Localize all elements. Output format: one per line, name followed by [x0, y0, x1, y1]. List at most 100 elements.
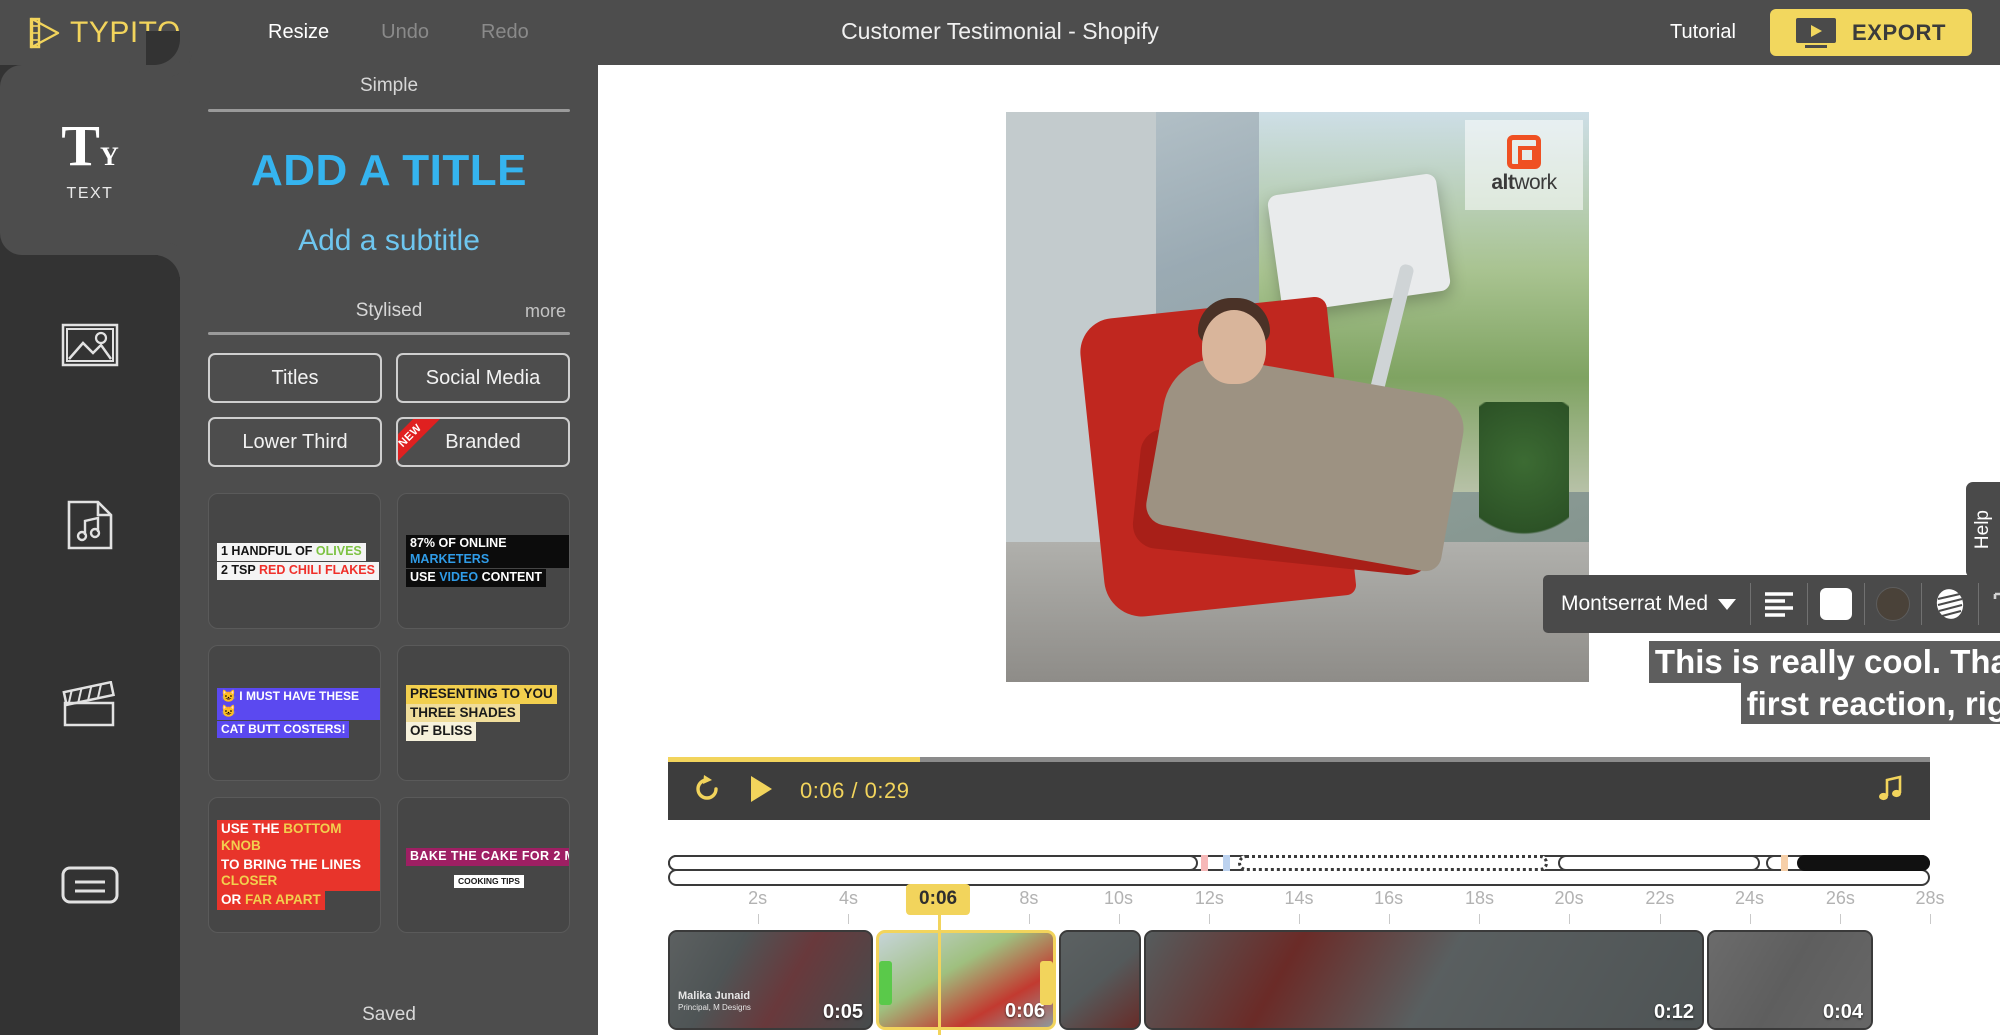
category-social-media[interactable]: Social Media	[396, 353, 570, 403]
app-logo[interactable]: TYPITO	[0, 16, 240, 50]
clip-trim-handle-end[interactable]	[1040, 961, 1053, 1005]
text-align-button[interactable]	[1751, 575, 1807, 633]
template-line: CAT BUTT COSTERS!	[217, 720, 380, 738]
text-track-marker	[1223, 855, 1231, 871]
timeline-clip[interactable]: Malika Junaid Principal, M Designs 0:05	[668, 930, 873, 1030]
player-progress-bar[interactable]	[668, 757, 1930, 762]
video-canvas[interactable]: altwork	[1006, 112, 1589, 682]
caption-text-box[interactable]: This is really cool. That was the first …	[1604, 640, 2000, 725]
font-family-dropdown[interactable]: Montserrat Med	[1543, 592, 1750, 616]
project-title[interactable]: Customer Testimonial - Shopify	[841, 18, 1159, 45]
category-titles-label: Titles	[271, 366, 319, 389]
text-track-segment[interactable]	[1557, 855, 1760, 871]
template-text-run: OR	[221, 892, 246, 908]
tutorial-link[interactable]: Tutorial	[1670, 21, 1736, 44]
template-line-text: TO BRING THE LINES CLOSER	[217, 855, 380, 892]
timeline-clip[interactable]: 0:12	[1144, 930, 1704, 1030]
music-button[interactable]	[1876, 774, 1904, 809]
text-track-segment[interactable]	[1238, 855, 1548, 871]
ruler-tick	[1749, 914, 1751, 924]
template-line-text: OR FAR APART	[217, 891, 325, 911]
cat-coasters-template: 😺 I MUST HAVE THESE 😺 CAT BUTT COSTERS!	[209, 688, 380, 738]
sidebar-item-text[interactable]: TY TEXT	[0, 31, 180, 289]
text-track-segment[interactable]	[1797, 855, 1930, 871]
add-subtitle-preset[interactable]: Add a subtitle	[180, 224, 598, 258]
top-menu: Resize Undo Redo	[268, 21, 529, 44]
playhead-time-badge[interactable]: 0:06	[906, 884, 971, 915]
ruler-tick	[1569, 914, 1571, 924]
playhead-line[interactable]	[938, 914, 942, 1035]
font-family-value: Montserrat Med	[1561, 592, 1709, 615]
text-track-segment[interactable]	[668, 855, 1199, 871]
template-line-text: USE VIDEO CONTENT	[406, 569, 546, 587]
sidebar-item-video[interactable]	[0, 615, 180, 795]
template-text-run: PRESENTING TO YOU	[410, 685, 553, 701]
undo-button[interactable]: Undo	[381, 21, 429, 44]
text-style-button[interactable]	[1979, 575, 2000, 633]
template-card[interactable]: PRESENTING TO YOU THREE SHADES OF BLISS	[397, 645, 570, 781]
timeline-clip[interactable]: 0:04	[1707, 930, 1873, 1030]
watermark-text-2: work	[1514, 171, 1557, 194]
stylised-heading: Stylised	[355, 300, 423, 321]
ruler-label: 12s	[1194, 888, 1224, 908]
template-line: THREE SHADES	[406, 703, 569, 723]
timeline-clip[interactable]	[1059, 930, 1141, 1030]
export-button[interactable]: EXPORT	[1769, 9, 1972, 56]
clip-duration-label: 0:06	[1004, 1000, 1045, 1022]
recipe-template: 1 HANDFUL OF OLIVES 2 TSP RED CHILI FLAKE…	[209, 542, 380, 580]
text-track-row-bottom[interactable]	[668, 869, 1930, 886]
texture-button[interactable]	[1922, 575, 1978, 633]
template-line-text: 2 TSP RED CHILI FLAKES	[217, 562, 379, 580]
template-line: OF BLISS	[406, 722, 569, 742]
sidebar-item-audio[interactable]	[0, 435, 180, 615]
template-card[interactable]: 😺 I MUST HAVE THESE 😺 CAT BUTT COSTERS!	[208, 645, 381, 781]
timeline: 2s 4s 8s 10s 12s 14s 16s 18s 20s 22s 24s 26s 28s 0:06…	[598, 830, 2000, 1035]
ruler-tick	[1659, 914, 1661, 924]
clip-duration-label: 0:12	[1653, 1001, 1694, 1023]
cooking-tips-template: BAKE THE CAKE FOR 2 MINS COOKING TIPS	[398, 841, 569, 889]
text-panel: Simple ADD A TITLE Add a subtitle Stylis…	[180, 65, 598, 1035]
stylised-more-link[interactable]: more	[525, 301, 566, 322]
text-color-button[interactable]	[1808, 575, 1864, 633]
caption-line-2: first reaction, right?	[1740, 682, 2000, 725]
clip-name-overlay: Malika Junaid Principal, M Designs	[678, 990, 751, 1012]
template-line-text: THREE SHADES	[406, 703, 520, 723]
ruler-tick	[1930, 914, 1931, 924]
resize-button[interactable]: Resize	[268, 21, 329, 44]
export-button-label: EXPORT	[1851, 19, 1946, 45]
text-track[interactable]	[668, 855, 1930, 886]
play-icon	[751, 775, 772, 802]
template-text-run: OLIVES	[315, 544, 362, 559]
template-text-run: THREE SHADES	[410, 704, 516, 720]
top-bar-right: Tutorial EXPORT	[1670, 0, 1972, 65]
template-line: 1 HANDFUL OF OLIVES	[217, 542, 380, 561]
template-text-run: BAKE THE CAKE FOR 2 MINS	[410, 849, 569, 864]
caption-line-1: This is really cool. That was the	[1648, 640, 2000, 683]
template-card[interactable]: USE THE BOTTOM KNOB TO BRING THE LINES CL…	[208, 797, 381, 933]
category-branded[interactable]: NEW Branded	[396, 417, 570, 467]
timeline-ruler[interactable]: 2s 4s 8s 10s 12s 14s 16s 18s 20s 22s 24s 26s 28s 0:06	[668, 884, 1945, 1035]
category-titles[interactable]: Titles	[208, 353, 382, 403]
template-card[interactable]: BAKE THE CAKE FOR 2 MINS COOKING TIPS	[397, 797, 570, 933]
saved-status: Saved	[180, 995, 598, 1035]
template-card[interactable]: 87% OF ONLINE MARKETERS USE VIDEO CONTENT	[397, 493, 570, 629]
clip-duration-label: 0:05	[822, 1001, 863, 1023]
add-title-preset[interactable]: ADD A TITLE	[180, 146, 598, 196]
background-color-button[interactable]	[1865, 575, 1921, 633]
restart-button[interactable]	[692, 774, 722, 809]
template-card[interactable]: 1 HANDFUL OF OLIVES 2 TSP RED CHILI FLAKE…	[208, 493, 381, 629]
help-tab[interactable]: Help	[1966, 482, 2000, 578]
sidebar-item-subtitle[interactable]	[0, 795, 180, 975]
text-color-swatch	[1820, 588, 1853, 620]
timeline-clip[interactable]: 0:06	[876, 930, 1056, 1030]
three-shades-template: PRESENTING TO YOU THREE SHADES OF BLISS	[398, 684, 569, 742]
sidebar-item-image[interactable]	[0, 255, 180, 435]
category-lower-third-label: Lower Third	[242, 430, 348, 453]
play-button[interactable]	[748, 774, 774, 809]
template-line: BAKE THE CAKE FOR 2 MINS	[406, 841, 569, 871]
redo-button[interactable]: Redo	[481, 21, 529, 44]
chevron-down-icon	[1718, 598, 1737, 610]
category-lower-third[interactable]: Lower Third	[208, 417, 382, 467]
clip-trim-handle-start[interactable]	[879, 961, 892, 1005]
template-line: USE THE BOTTOM KNOB	[217, 819, 380, 856]
